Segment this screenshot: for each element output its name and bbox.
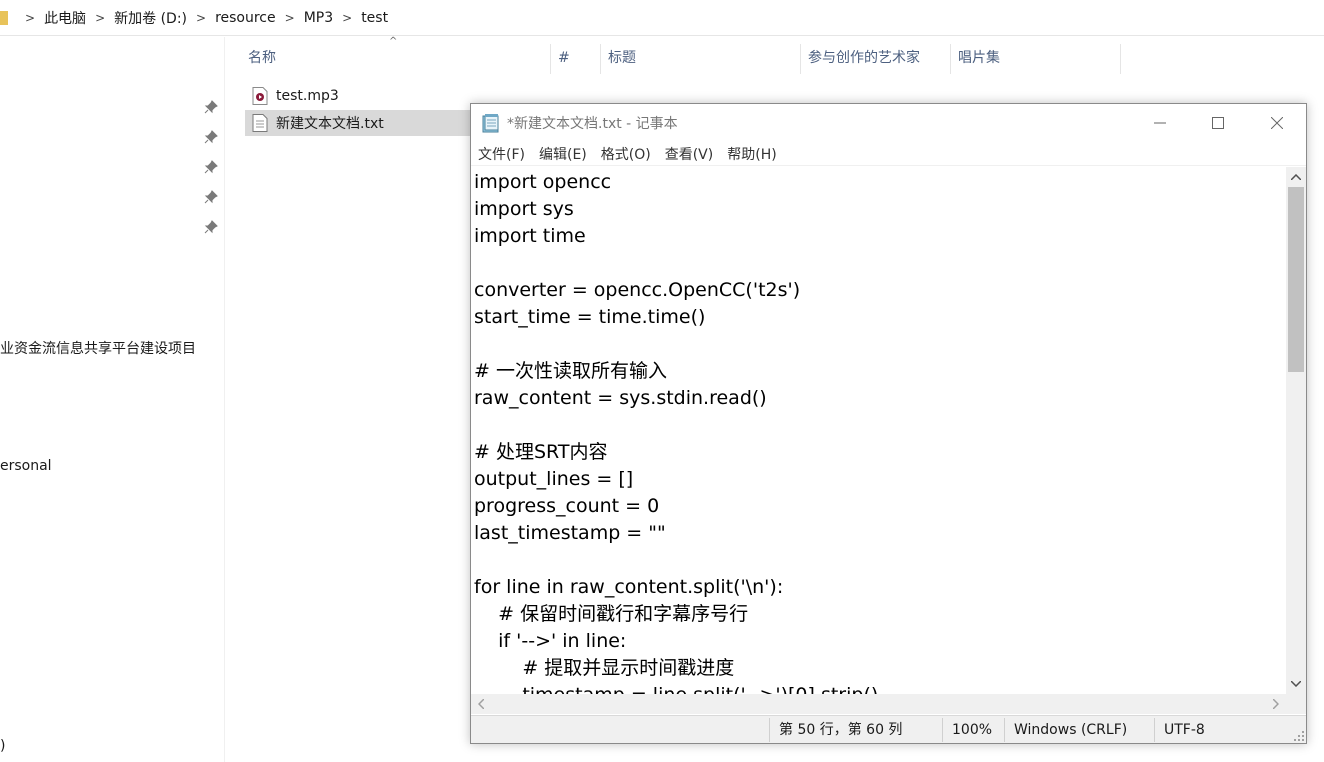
breadcrumb-test[interactable]: test — [361, 10, 388, 26]
audio-file-icon — [252, 87, 268, 105]
minimize-button[interactable] — [1131, 104, 1189, 142]
file-name: 新建文本文档.txt — [276, 116, 384, 132]
vertical-scrollbar[interactable] — [1286, 167, 1306, 694]
scroll-down-button[interactable] — [1286, 674, 1306, 694]
resize-grip-icon[interactable] — [1294, 731, 1304, 741]
notepad-icon — [482, 114, 499, 133]
menu-edit[interactable]: 编辑(E) — [532, 144, 594, 164]
menu-bar: 文件(F) 编辑(E) 格式(O) 查看(V) 帮助(H) — [471, 142, 1306, 166]
navigation-pane[interactable]: 业资金流信息共享平台建设项目 ersonal ) — [0, 37, 225, 762]
nav-item-personal[interactable]: ersonal — [0, 458, 52, 474]
chevron-right-icon[interactable]: > — [285, 11, 295, 25]
scroll-right-button[interactable] — [1266, 694, 1286, 714]
menu-file[interactable]: 文件(F) — [471, 144, 532, 164]
folder-icon — [0, 10, 8, 25]
address-bar[interactable]: > 此电脑 > 新加卷 (D:) > resource > MP3 > test — [0, 0, 1324, 36]
nav-item-project[interactable]: 业资金流信息共享平台建设项目 — [0, 338, 196, 358]
maximize-icon — [1212, 117, 1224, 129]
status-zoom: 100% — [952, 722, 993, 738]
chevron-right-icon[interactable]: > — [196, 11, 206, 25]
window-title: *新建文本文档.txt - 记事本 — [507, 116, 678, 132]
notepad-window[interactable]: *新建文本文档.txt - 记事本 文件(F) 编辑(E) 格式(O) 查看(V… — [470, 103, 1307, 744]
pin-icon[interactable] — [204, 190, 218, 204]
text-editor[interactable]: import opencc import sys import time con… — [471, 167, 1286, 694]
scroll-left-button[interactable] — [471, 694, 491, 714]
text-file-icon — [252, 114, 268, 132]
file-row[interactable]: test.mp3 — [245, 83, 475, 109]
column-header-row: ^ 名称 # 标题 参与创作的艺术家 唱片集 — [240, 36, 1130, 74]
column-header-number[interactable]: # — [550, 44, 600, 74]
chevron-right-icon[interactable]: > — [25, 11, 35, 25]
chevron-up-icon — [1291, 174, 1301, 180]
pin-icon[interactable] — [204, 220, 218, 234]
horizontal-scrollbar[interactable] — [471, 694, 1286, 714]
file-row-selected[interactable]: 新建文本文档.txt — [245, 110, 475, 136]
nav-item-drive[interactable]: ) — [0, 738, 5, 754]
close-button[interactable] — [1248, 104, 1306, 142]
chevron-down-icon — [1291, 681, 1301, 687]
status-bar: 第 50 行，第 60 列 100% Windows (CRLF) UTF-8 — [471, 715, 1306, 743]
menu-format[interactable]: 格式(O) — [594, 144, 658, 164]
menu-view[interactable]: 查看(V) — [658, 144, 721, 164]
maximize-button[interactable] — [1189, 104, 1247, 142]
column-divider[interactable] — [1120, 44, 1121, 74]
column-header-name[interactable]: 名称 — [240, 44, 550, 74]
chevron-left-icon — [478, 699, 484, 709]
scrollbar-corner — [1286, 694, 1306, 714]
editor-content[interactable]: import opencc import sys import time con… — [471, 167, 1286, 694]
scroll-up-button[interactable] — [1286, 167, 1306, 187]
chevron-right-icon[interactable]: > — [342, 11, 352, 25]
breadcrumb-resource[interactable]: resource — [215, 10, 276, 26]
breadcrumb-drive[interactable]: 新加卷 (D:) — [114, 8, 187, 28]
menu-help[interactable]: 帮助(H) — [720, 144, 783, 164]
minimize-icon — [1154, 122, 1166, 124]
pin-icon[interactable] — [204, 130, 218, 144]
file-name: test.mp3 — [276, 88, 339, 104]
close-icon — [1271, 117, 1283, 129]
status-encoding: UTF-8 — [1164, 722, 1205, 738]
status-line-ending: Windows (CRLF) — [1014, 722, 1128, 738]
breadcrumb-mp3[interactable]: MP3 — [304, 10, 333, 26]
pin-icon[interactable] — [204, 100, 218, 114]
chevron-right-icon — [1273, 699, 1279, 709]
scrollbar-thumb[interactable] — [1288, 187, 1304, 372]
column-header-album[interactable]: 唱片集 — [950, 44, 1120, 74]
title-bar[interactable]: *新建文本文档.txt - 记事本 — [471, 104, 1306, 142]
column-header-title[interactable]: 标题 — [600, 44, 800, 74]
pin-icon[interactable] — [204, 160, 218, 174]
status-cursor-position: 第 50 行，第 60 列 — [779, 722, 903, 738]
column-header-artists[interactable]: 参与创作的艺术家 — [800, 44, 950, 74]
chevron-right-icon[interactable]: > — [95, 11, 105, 25]
breadcrumb-this-pc[interactable]: 此电脑 — [44, 8, 86, 28]
